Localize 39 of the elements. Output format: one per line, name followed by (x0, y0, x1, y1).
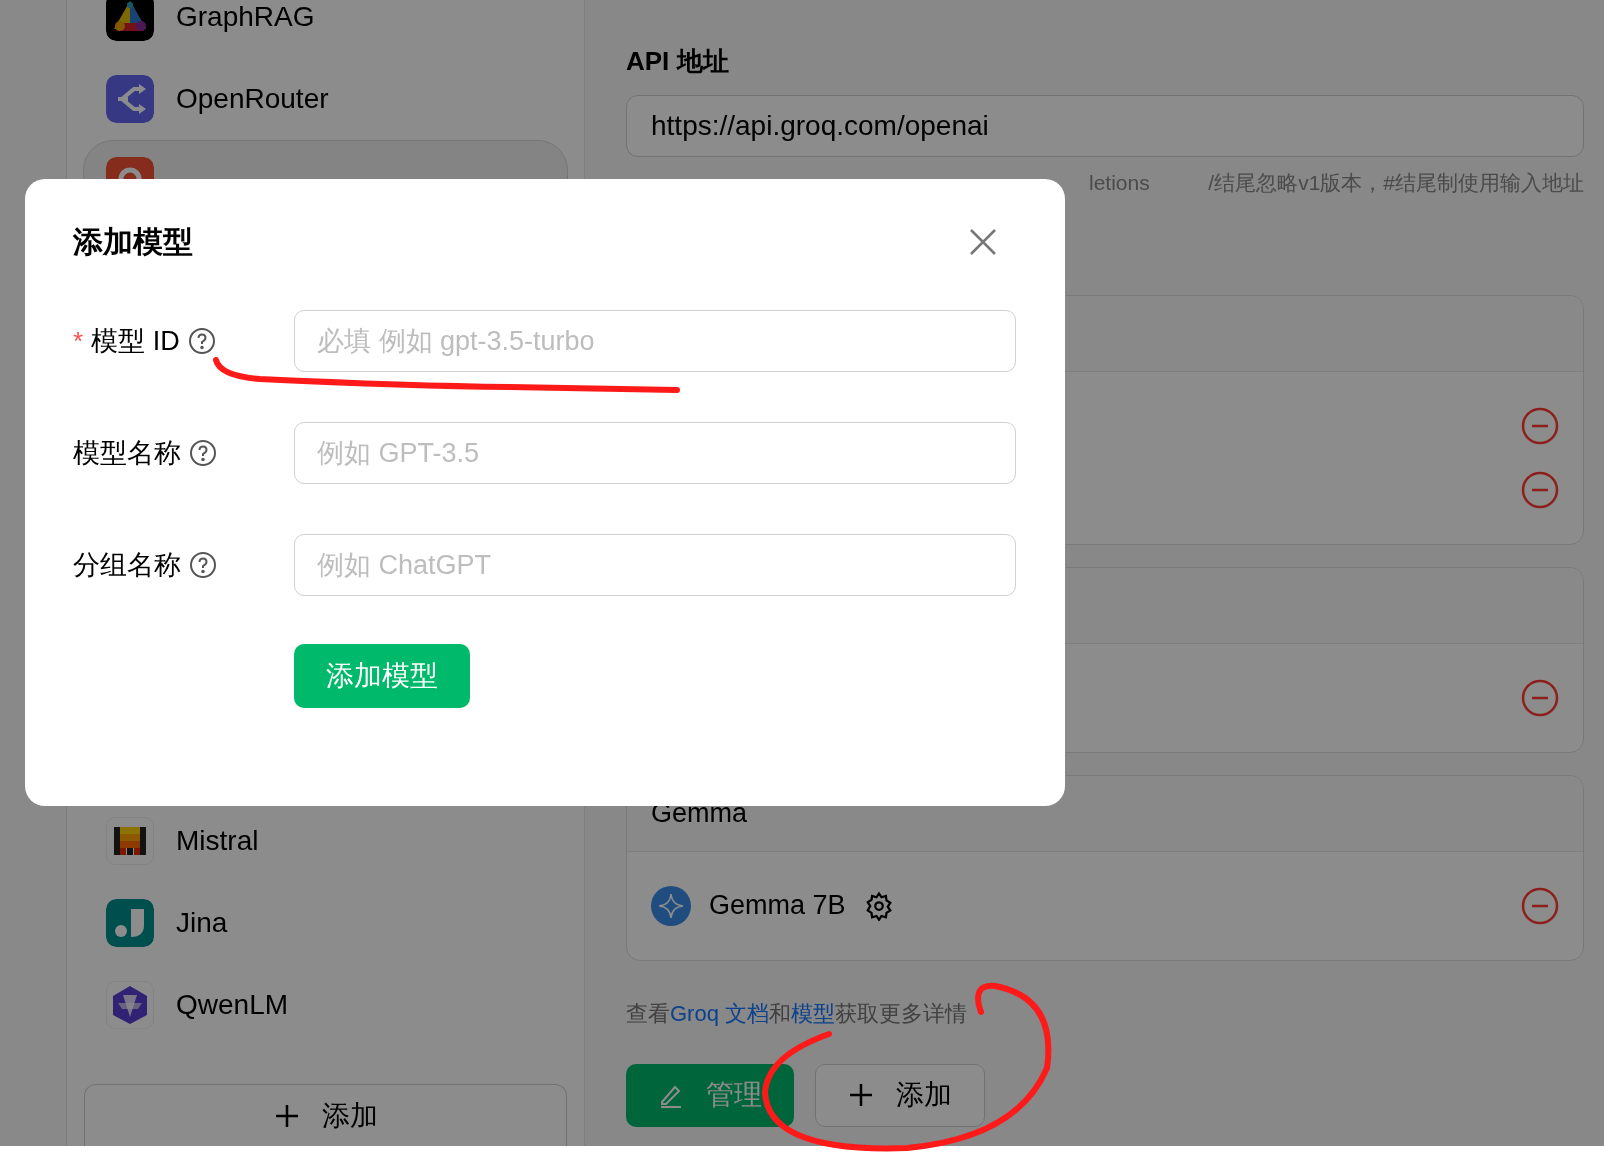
remove-icon[interactable] (1521, 678, 1559, 717)
field-label: 分组名称 (73, 548, 181, 582)
close-icon[interactable] (969, 227, 997, 256)
hint-text: letions (1089, 170, 1150, 196)
field-label: 模型名称 (73, 436, 181, 470)
settings-icon[interactable] (863, 890, 894, 921)
add-model-button[interactable]: 添加 (815, 1063, 985, 1127)
field-label: 模型 ID (91, 324, 180, 358)
input-field[interactable]: 必填 例如 gpt-3.5-turbo (294, 310, 1016, 372)
section-title: API 地址 (626, 45, 730, 78)
pixel-m-logo-icon (106, 817, 154, 865)
provider-item[interactable]: OpenRouter (83, 58, 568, 140)
remove-icon[interactable] (1521, 886, 1559, 925)
provider-item[interactable]: GraphRAG (83, 0, 568, 58)
api-address-field[interactable]: https://api.groq.com/openai (626, 95, 1584, 157)
provider-item[interactable]: Jina (83, 882, 568, 964)
plus-icon (273, 1102, 300, 1129)
add-provider-button[interactable]: 添加 (84, 1084, 567, 1146)
triangle-logo-icon (106, 0, 154, 41)
input-field[interactable]: 例如 ChatGPT (294, 534, 1016, 596)
arrows-logo-icon (106, 75, 154, 123)
plus-icon (848, 1082, 874, 1108)
remove-icon[interactable] (1521, 406, 1559, 445)
dialog-title: 添加模型 (73, 224, 193, 260)
star-logo-icon (106, 981, 154, 1029)
help-text: 查看Groq 文档和模型获取更多详情 (626, 999, 969, 1028)
model-name: Gemma 7B (709, 889, 846, 923)
provider-item[interactable]: QwenLM (83, 964, 568, 1046)
hint-text: /结尾忽略v1版本，#结尾制使用输入地址 (1208, 170, 1584, 196)
help-icon[interactable] (189, 439, 217, 467)
help-icon[interactable] (189, 551, 217, 579)
provider-item[interactable]: Mistral (83, 800, 568, 882)
sparkle-logo-icon (651, 885, 691, 926)
remove-icon[interactable] (1521, 470, 1559, 509)
note-logo-icon (106, 899, 154, 947)
input-field[interactable]: 例如 GPT-3.5 (294, 422, 1016, 484)
help-icon[interactable] (187, 327, 216, 355)
required-mark: * (73, 324, 84, 358)
group-name: Gemma (651, 796, 748, 830)
